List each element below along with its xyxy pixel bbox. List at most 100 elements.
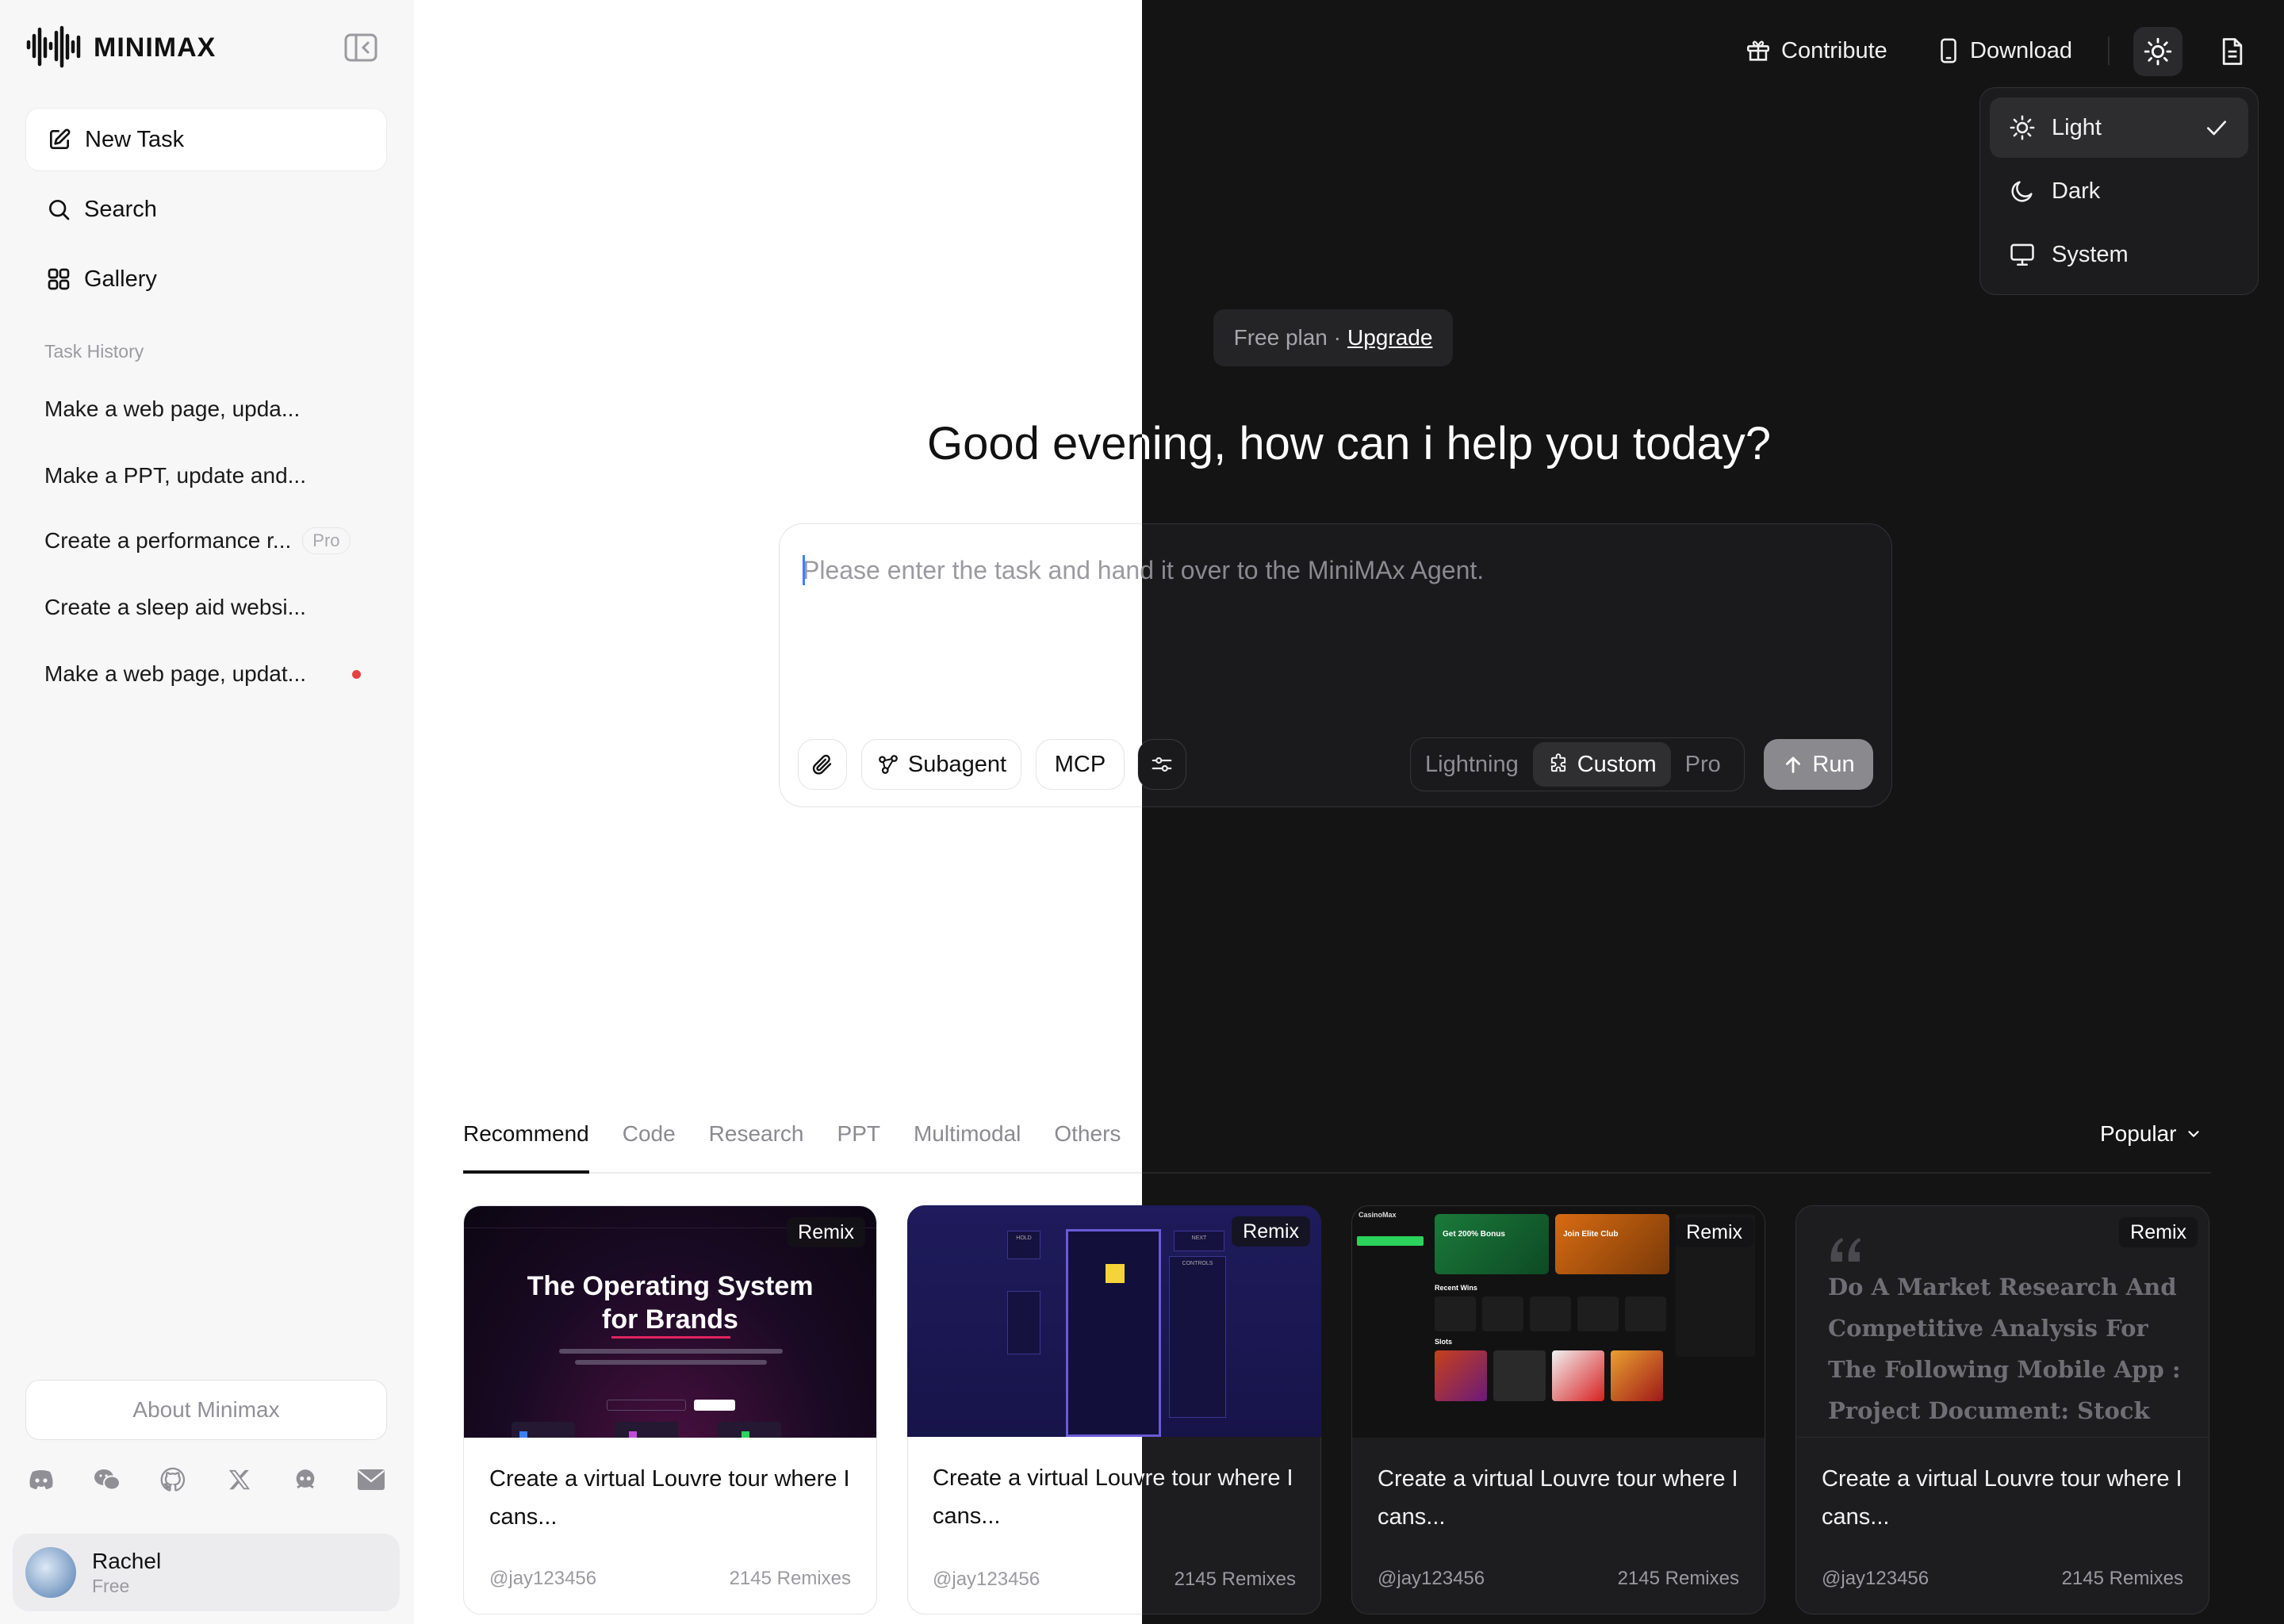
avatar [25,1547,76,1598]
mcp-label: MCP [1054,751,1106,777]
sidebar-collapse-icon [344,33,377,62]
upgrade-link[interactable]: Upgrade [1347,325,1432,350]
github-icon[interactable] [157,1464,189,1496]
placeholder-text: Please enter the task and hand it over t… [803,556,1142,584]
tab-research[interactable]: Research [709,1121,804,1169]
theme-option-dark[interactable]: Dark [1990,161,2248,221]
download-label: Download [1970,37,2072,63]
theme-toggle-button[interactable] [2133,27,2182,76]
tab-ppt[interactable]: PPT [837,1121,880,1169]
mode-custom-label: Custom [1577,751,1657,777]
history-item[interactable]: Make a web page, updat... [44,658,385,690]
history-item[interactable]: Create a performance r... Pro [44,525,385,557]
subagent-button[interactable]: Subagent [861,739,1021,790]
history-item[interactable]: Make a PPT, update and... [44,460,385,492]
gallery-button[interactable]: Gallery [25,247,387,311]
thumb-win-card [1530,1297,1571,1331]
sun-icon [2144,37,2172,66]
greeting: Good evening, how can i help you today? [926,418,1142,469]
new-task-button[interactable]: New Task [25,108,387,171]
wechat-icon[interactable] [91,1464,123,1496]
remix-button[interactable]: Remix [787,1217,865,1247]
greeting-light-half: Good evening, how can i help you today? [414,412,1142,476]
history-item[interactable]: Make a web page, upda... [44,393,385,425]
settings-button[interactable] [1137,739,1186,790]
brand-name: MINIMAX [94,32,217,63]
thumb-dot [519,1431,527,1438]
attach-button[interactable] [798,739,847,790]
tab-others[interactable]: Others [1054,1121,1121,1169]
thumb-score-box [1007,1291,1040,1354]
search-icon [49,200,70,220]
thumb-promo-orange [1555,1214,1669,1274]
tab-code[interactable]: Code [623,1121,676,1169]
card-author[interactable]: @jay123456 [933,1568,1040,1591]
discord-icon[interactable] [25,1464,57,1496]
card-title: Create a virtual Louvre tour where I can… [933,1465,1142,1529]
tab-multimodal[interactable]: Multimodal [914,1121,1021,1169]
template-card[interactable]: The Operating System for Brands Remix Cr… [463,1205,877,1614]
search-button[interactable]: Search [25,178,387,241]
contribute-button[interactable]: Contribute [1745,30,1887,71]
template-card[interactable]: Do A Market Research And Competitive Ana… [1795,1205,2209,1614]
greeting-dark-half: Good evening, how can i help you today? [1142,412,2284,476]
collapse-sidebar-button[interactable] [344,33,377,62]
run-button[interactable]: Run [1764,739,1873,790]
template-card[interactable]: CasinoMax Get 200% Bonus Join Elite Club… [1351,1205,1765,1614]
monitor-icon [2010,243,2034,266]
subagent-icon [879,755,898,774]
theme-option-label: Dark [2052,178,2101,204]
theme-option-light[interactable]: Light [1990,98,2248,158]
thumb-promo-text: Join Elite Club [1563,1230,1619,1239]
run-label: Run [1812,751,1855,777]
mcp-button[interactable]: MCP [1036,739,1125,790]
thumb-next-box [1174,1231,1224,1251]
mode-pro[interactable]: Pro [1671,742,1735,787]
tabs-divider-dark [1142,1172,2211,1174]
thumb-quote-text: Do A Market Research And Competitive Ana… [1828,1274,2181,1424]
remix-button[interactable]: Remix [1232,1216,1310,1247]
card-author[interactable]: @jay123456 [1378,1568,1485,1590]
thumb-brand: CasinoMax [1359,1211,1397,1219]
remix-button[interactable]: Remix [1675,1217,1753,1247]
grid-icon [48,268,70,290]
plan-banner: Free plan · Upgrade [1213,309,1453,366]
card-remix-count: 2145 Remixes [1617,1568,1739,1589]
thumb-promo-text: Get 200% Bonus [1443,1230,1505,1239]
about-button[interactable]: About Minimax [25,1380,387,1440]
history-item[interactable]: Create a sleep aid websi... [44,592,385,623]
card-remix-count: 2145 Remixes [729,1568,851,1589]
docs-button[interactable] [2213,32,2252,71]
task-input-placeholder: Please enter the task and hand it over t… [803,552,1142,588]
thumb-hold-label: HOLD [1016,1235,1032,1241]
theme-option-system[interactable]: System [1990,224,2248,285]
thumb-section-title: Slots [1435,1338,1453,1346]
arrow-up-icon [1786,756,1801,773]
thumb-button [694,1400,735,1411]
thumb-headline-line: for Brands [602,1304,738,1335]
remix-button[interactable]: Remix [2119,1217,2198,1247]
x-twitter-icon[interactable] [224,1464,255,1496]
card-title: Create a virtual Louvre tour where I can… [1822,1466,2182,1530]
waveform-logo-icon [26,25,81,68]
mode-custom[interactable]: Custom [1532,742,1671,787]
thumb-slot-tile [1611,1350,1663,1401]
paperclip-icon [812,754,832,775]
card-remix-count: 2145 Remixes [2061,1568,2183,1589]
community-icon[interactable] [289,1464,321,1496]
header-divider [2108,36,2110,65]
thumb-next-label: NEXT [1191,1235,1207,1241]
mode-lightning[interactable]: Lightning [1411,742,1533,787]
download-button[interactable]: Download [1937,30,2072,71]
text-caret [803,555,805,585]
greeting: Good evening, how can i help you today? [1142,418,1772,469]
card-author[interactable]: @jay123456 [1822,1568,1929,1590]
tab-recommend[interactable]: Recommend [463,1121,589,1174]
new-task-label: New Task [85,126,185,152]
sort-dropdown[interactable]: Popular [2100,1121,2202,1147]
mail-icon[interactable] [355,1464,387,1496]
history-item-label: Make a PPT, update and... [44,463,306,488]
card-author[interactable]: @jay123456 [489,1568,596,1590]
logo[interactable]: MINIMAX [25,25,216,70]
user-profile[interactable]: Rachel Free [13,1534,400,1611]
